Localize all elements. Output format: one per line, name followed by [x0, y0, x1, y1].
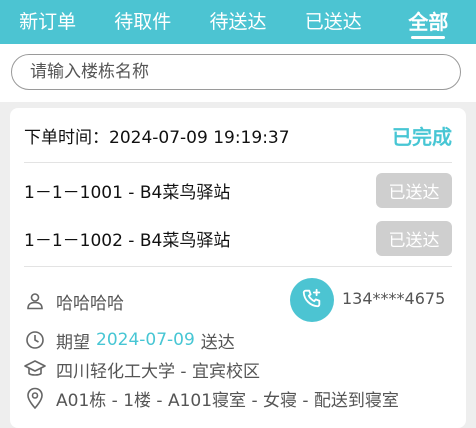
address-row: A01栋 - 1楼 - A101寝室 - 女寝 - 配送到寝室 [24, 385, 399, 411]
location-pin-icon [24, 387, 46, 409]
phone-call-icon [301, 287, 323, 313]
expect-suffix: 送达 [200, 332, 235, 353]
graduation-cap-icon [24, 358, 46, 380]
expect-prefix: 期望 [56, 332, 90, 353]
clock-icon [24, 329, 46, 351]
call-button[interactable] [290, 278, 334, 322]
delivery-address: A01栋 - 1楼 - A101寝室 - 女寝 - 配送到寝室 [56, 390, 399, 411]
expected-time-row: 期望 2024-07-09 送达 [24, 327, 235, 353]
tab-new-orders[interactable]: 新订单 [0, 0, 95, 44]
tab-delivered[interactable]: 已送达 [286, 0, 381, 44]
customer-row: 哈哈哈哈 [24, 288, 124, 314]
divider [24, 266, 452, 267]
order-item: 1－1－1002 - B4菜鸟驿站 已送达 [24, 220, 452, 256]
search-bar [0, 44, 476, 102]
tab-pending-delivery[interactable]: 待送达 [190, 0, 285, 44]
status-tabs: 新订单 待取件 待送达 已送达 全部 [0, 0, 476, 44]
search-box [11, 54, 461, 90]
order-card: 下单时间：2024-07-09 19:19:37 已完成 1－1－1001 - … [10, 108, 466, 428]
tab-all[interactable]: 全部 [381, 0, 476, 44]
order-time: 下单时间：2024-07-09 19:19:37 [24, 123, 290, 148]
user-icon [24, 290, 46, 312]
phone-number: 134****4675 [342, 289, 446, 308]
school-name: 四川轻化工大学 - 宜宾校区 [56, 361, 260, 382]
delivered-button[interactable]: 已送达 [376, 220, 452, 256]
divider [24, 162, 452, 163]
order-header: 下单时间：2024-07-09 19:19:37 已完成 [24, 120, 452, 150]
order-time-label: 下单时间： [24, 127, 109, 148]
order-time-value: 2024-07-09 19:19:37 [109, 127, 290, 148]
school-row: 四川轻化工大学 - 宜宾校区 [24, 356, 260, 382]
order-status: 已完成 [392, 124, 452, 149]
order-item-name: 1－1－1002 - B4菜鸟驿站 [24, 230, 231, 251]
order-item: 1－1－1001 - B4菜鸟驿站 已送达 [24, 172, 452, 208]
expect-date: 2024-07-09 [96, 330, 195, 350]
order-item-name: 1－1－1001 - B4菜鸟驿站 [24, 182, 231, 203]
customer-name: 哈哈哈哈 [56, 293, 124, 314]
delivered-button[interactable]: 已送达 [376, 172, 452, 208]
tab-pending-pickup[interactable]: 待取件 [95, 0, 190, 44]
search-input[interactable] [30, 55, 450, 89]
